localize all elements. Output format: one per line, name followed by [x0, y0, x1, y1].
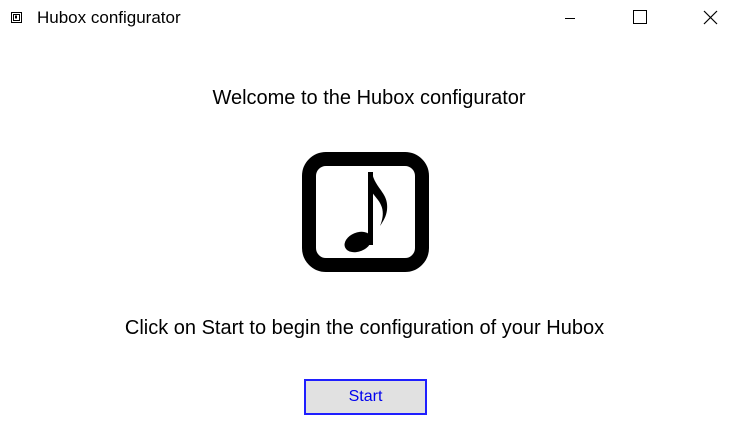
configurator-window: Hubox configurator Welcome to the Hubox … [0, 0, 734, 435]
app-icon [11, 10, 22, 23]
minimize-icon [565, 18, 575, 19]
instruction-text: Click on Start to begin the configuratio… [124, 317, 605, 339]
minimize-button[interactable] [548, 0, 594, 36]
title-bar[interactable]: Hubox configurator [0, 0, 734, 36]
welcome-heading: Welcome to the Hubox configurator [212, 87, 526, 109]
maximize-icon [633, 10, 647, 24]
start-button[interactable]: Start [304, 379, 427, 415]
window-title: Hubox configurator [37, 8, 181, 27]
music-note-icon [302, 152, 429, 272]
maximize-button[interactable] [617, 0, 663, 36]
close-button[interactable] [688, 0, 734, 36]
close-icon [703, 10, 718, 25]
